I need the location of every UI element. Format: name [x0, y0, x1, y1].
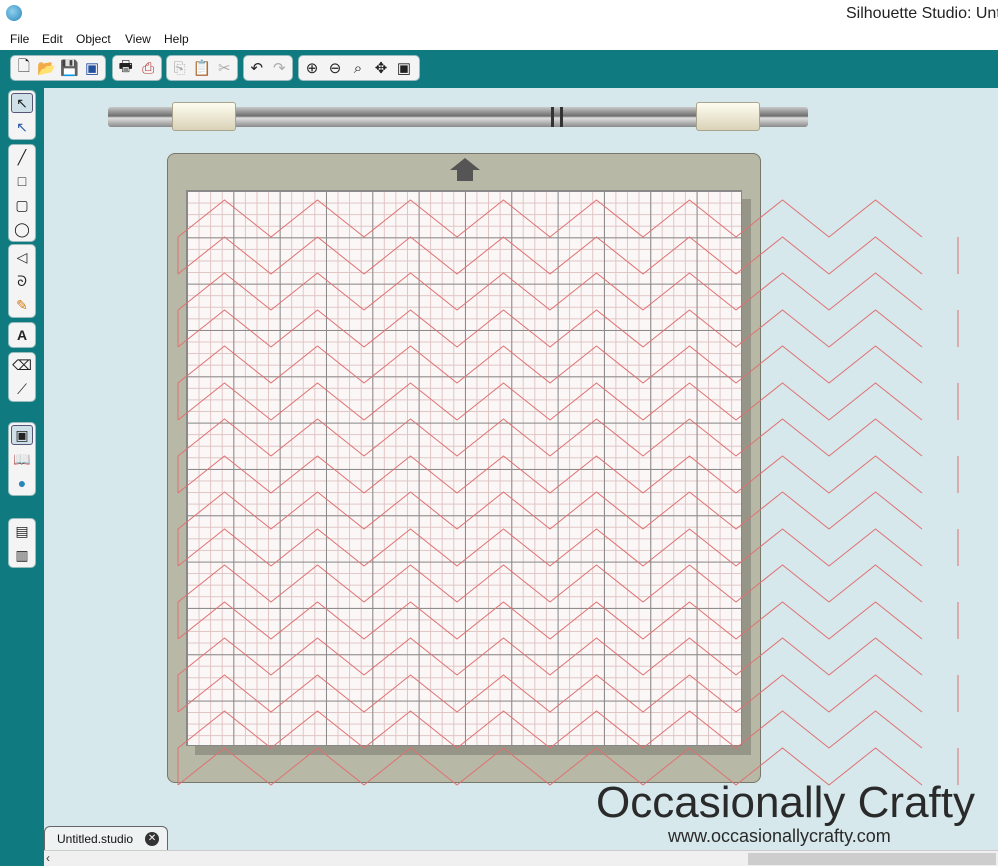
point-edit-icon[interactable]: ↖: [11, 117, 33, 137]
feed-direction-arrow-stem: [457, 170, 473, 181]
window-title: Silhouette Studio: Untit: [846, 5, 998, 22]
print-toolbar-group: 🖶 ⎙: [112, 55, 162, 81]
panel-tool-group: ▣ 📖 ●: [8, 422, 36, 496]
right-pinch-roller: [696, 102, 760, 131]
roller-marker: [560, 107, 563, 127]
fit-page-icon[interactable]: ▣: [394, 58, 414, 78]
redo-icon[interactable]: ↷: [270, 58, 290, 78]
rectangle-icon[interactable]: □: [11, 171, 33, 191]
copy-icon[interactable]: ⎘: [170, 58, 189, 78]
menu-view[interactable]: View: [125, 32, 151, 46]
close-icon[interactable]: ✕: [145, 831, 160, 846]
edit-toolbar-group: ⎘ 📋 ✂: [166, 55, 238, 81]
zoom-toolbar-group: ⊕ ⊖ ⌕ ✥ ▣: [298, 55, 420, 81]
open-folder-icon[interactable]: 📂: [37, 58, 57, 78]
horizontal-scrollbar[interactable]: ‹: [44, 850, 998, 866]
save-icon[interactable]: 💾: [60, 58, 80, 78]
file-toolbar-group: 🗋 📂 💾 ▣: [10, 55, 106, 81]
text-tool-group: A: [8, 322, 36, 348]
undo-icon[interactable]: ↶: [247, 58, 267, 78]
window-split-icon[interactable]: ▤: [11, 521, 33, 541]
app-logo-icon: [6, 5, 22, 21]
cutting-page-grid[interactable]: [186, 190, 742, 746]
scroll-left-icon[interactable]: ‹: [46, 851, 50, 865]
rounded-rectangle-icon[interactable]: ▢: [11, 195, 33, 215]
select-icon[interactable]: ↖: [11, 93, 33, 113]
curve-icon[interactable]: ᘐ: [11, 271, 33, 291]
history-toolbar-group: ↶ ↷: [243, 55, 293, 81]
cut-icon[interactable]: ✂: [215, 58, 234, 78]
document-tab-label: Untitled.studio: [57, 831, 134, 846]
main-toolbar: 🗋 📂 💾 ▣ 🖶 ⎙ ⎘ 📋 ✂ ↶ ↷ ⊕ ⊖ ⌕ ✥ ▣: [0, 50, 998, 88]
draw-tool-group: ◁ ᘐ ✎: [8, 244, 36, 318]
scrollbar-thumb[interactable]: [748, 853, 996, 865]
title-bar: Silhouette Studio: Untit: [0, 0, 998, 30]
erase-tool-group: ⌫ ⟋: [8, 352, 36, 402]
feed-direction-arrow-icon: [450, 158, 480, 170]
select-tool-group: ↖ ↖: [8, 90, 36, 140]
menu-file[interactable]: File: [10, 32, 29, 46]
knife-icon[interactable]: ⟋: [11, 379, 33, 399]
menu-bar: File Edit Object View Help: [0, 30, 998, 50]
shape-tool-group: ╱ □ ▢ ◯: [8, 144, 36, 242]
freehand-icon[interactable]: ✎: [11, 295, 33, 315]
print-icon[interactable]: 🖶: [116, 58, 136, 78]
library-icon[interactable]: 📖: [11, 449, 33, 469]
text-icon[interactable]: A: [11, 325, 33, 345]
page-setup-icon[interactable]: ▣: [11, 425, 33, 445]
line-icon[interactable]: ╱: [11, 147, 33, 167]
store-icon[interactable]: ●: [11, 473, 33, 493]
zoom-select-icon[interactable]: ⌕: [348, 58, 368, 78]
left-pinch-roller: [172, 102, 236, 131]
paste-icon[interactable]: 📋: [192, 58, 212, 78]
roller-marker: [551, 107, 554, 127]
watermark-title: Occasionally Crafty: [596, 778, 976, 827]
window-tile-icon[interactable]: ▥: [11, 545, 33, 565]
ellipse-icon[interactable]: ◯: [11, 219, 33, 239]
watermark-url: www.occasionallycrafty.com: [668, 826, 891, 846]
zoom-in-icon[interactable]: ⊕: [302, 58, 322, 78]
polygon-icon[interactable]: ◁: [11, 247, 33, 267]
document-tab[interactable]: Untitled.studio ✕: [44, 826, 168, 850]
print-cut-icon[interactable]: ⎙: [139, 58, 159, 78]
window-tool-group: ▤ ▥: [8, 518, 36, 568]
menu-edit[interactable]: Edit: [42, 32, 63, 46]
new-file-icon[interactable]: 🗋: [14, 58, 34, 78]
tool-sidebar: ↖ ↖ ╱ □ ▢ ◯ ◁ ᘐ ✎ A ⌫ ⟋ ▣ 📖 ● ▤ ▥: [0, 88, 44, 866]
menu-help[interactable]: Help: [164, 32, 189, 46]
library-save-icon[interactable]: ▣: [82, 58, 102, 78]
pan-icon[interactable]: ✥: [371, 58, 391, 78]
zoom-out-icon[interactable]: ⊖: [325, 58, 345, 78]
eraser-icon[interactable]: ⌫: [11, 355, 33, 375]
menu-object[interactable]: Object: [76, 32, 111, 46]
